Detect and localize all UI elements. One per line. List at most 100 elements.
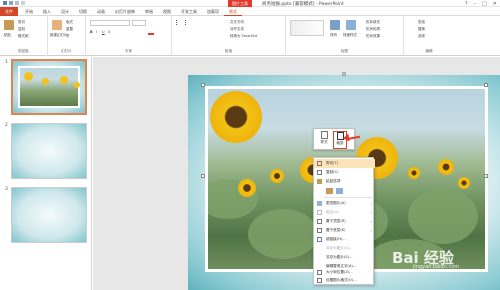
clipboard-group: 粘贴 剪切 复制 格式刷 剪贴板: [0, 16, 48, 56]
align-text-button[interactable]: 对齐文本: [230, 27, 244, 32]
ribbon-tabs: 文件 开始 插入 设计 切换 动画 幻灯片放映 审阅 视图 开发工具 加载项 格…: [0, 6, 500, 16]
cut-button[interactable]: 剪切: [18, 20, 25, 25]
size-position-icon: [317, 270, 322, 275]
scissors-icon: [317, 161, 322, 166]
slide-thumbnail-pane: 1 2 3: [0, 57, 92, 290]
select-button[interactable]: 选择: [418, 34, 425, 39]
redo-icon[interactable]: [15, 1, 19, 5]
menu-item-paste-choices[interactable]: [314, 186, 375, 196]
slides-group: 新建幻灯片 版式 重置 节 幻灯片: [48, 16, 86, 56]
resize-handle[interactable]: [201, 83, 205, 87]
underline-button[interactable]: U: [102, 30, 105, 34]
customize-icon[interactable]: [21, 1, 25, 5]
resize-handle[interactable]: [484, 83, 488, 87]
paste-picture-icon[interactable]: [336, 188, 343, 194]
menu-item-send-to-back[interactable]: 置于底层(K) ›: [314, 226, 375, 235]
numbering-icon[interactable]: [185, 20, 191, 25]
font-color-button[interactable]: [148, 30, 154, 35]
tab-review[interactable]: 审阅: [140, 7, 158, 16]
shape-fill-button[interactable]: 形状填充: [366, 20, 380, 25]
text-direction-button[interactable]: 文字方向: [230, 20, 244, 25]
format-painter-button[interactable]: 格式刷: [18, 34, 29, 39]
slide-thumbnail-2[interactable]: [11, 123, 87, 179]
paste-keep-format-icon[interactable]: [326, 188, 333, 194]
layout-button[interactable]: 版式: [66, 20, 73, 25]
new-slide-button[interactable]: 新建幻灯片: [50, 33, 68, 38]
shapes-gallery[interactable]: [290, 20, 324, 36]
tab-view[interactable]: 视图: [158, 7, 176, 16]
slide-number: 1: [5, 60, 8, 65]
tab-slideshow[interactable]: 幻灯片放映: [110, 7, 140, 16]
reset-button[interactable]: 重置: [66, 27, 73, 32]
replace-button[interactable]: 替换: [418, 27, 425, 32]
sunflower-shape: [238, 179, 256, 197]
submenu-arrow-icon: ›: [370, 201, 372, 206]
tab-insert[interactable]: 插入: [38, 7, 56, 16]
tab-home[interactable]: 开始: [20, 7, 38, 16]
undo-icon[interactable]: [9, 1, 13, 5]
shape-effects-button[interactable]: 形状效果: [366, 34, 380, 39]
slides-group-label: 幻灯片: [61, 49, 72, 53]
resize-handle[interactable]: [484, 174, 488, 178]
new-slide-icon[interactable]: [52, 20, 62, 30]
copy-button[interactable]: 复制: [18, 27, 25, 32]
smartart-button[interactable]: 转换为 SmartArt: [230, 34, 257, 39]
quick-styles-icon[interactable]: [346, 20, 356, 30]
menu-item-change-picture[interactable]: 更改图片(A) ›: [314, 199, 375, 208]
menu-item-copy[interactable]: 复制(C): [314, 168, 375, 177]
bullets-icon[interactable]: [176, 20, 182, 25]
format-picture-icon: [317, 278, 322, 283]
find-button[interactable]: 查找: [418, 20, 425, 25]
menu-item-cut[interactable]: 剪切(T): [314, 159, 375, 168]
tab-addins[interactable]: 加载项: [202, 7, 224, 16]
copy-icon: [317, 170, 322, 175]
sunflower-shape: [210, 91, 262, 143]
tab-transitions[interactable]: 切换: [74, 7, 92, 16]
paste-icon[interactable]: [4, 20, 14, 30]
sunflower-shape: [408, 167, 420, 179]
bold-button[interactable]: B: [90, 30, 93, 34]
menu-item-format-picture[interactable]: 设置图片格式(O)...: [314, 276, 375, 285]
font-size-dropdown[interactable]: [132, 20, 146, 26]
clipboard-icon: [317, 179, 322, 184]
style-button[interactable]: 样式: [317, 131, 331, 149]
rotate-handle[interactable]: [342, 72, 346, 76]
menu-item-bring-to-front[interactable]: 置于顶层(R) ›: [314, 217, 375, 226]
shadow-button[interactable]: S: [108, 30, 110, 34]
sunflower-shape: [438, 159, 454, 175]
drawing-group: 排列 快速样式 形状填充 形状轮廓 形状效果 绘图: [286, 16, 404, 56]
slide-thumbnail-1[interactable]: [11, 59, 87, 115]
paste-button[interactable]: 粘贴: [4, 33, 11, 38]
menu-item-save-as-picture[interactable]: 另存为图片(S)...: [314, 253, 375, 262]
sunflower-shape: [42, 78, 49, 85]
arrange-icon[interactable]: [330, 20, 340, 30]
group-icon: [317, 210, 322, 215]
font-group-label: 字体: [124, 49, 133, 53]
slide-thumbnail-3[interactable]: [11, 187, 87, 243]
tab-developer[interactable]: 开发工具: [176, 7, 202, 16]
menu-item-group: 组合(G) ›: [314, 208, 375, 217]
tab-file[interactable]: 文件: [0, 6, 18, 16]
save-icon[interactable]: [3, 1, 7, 5]
shape-outline-button[interactable]: 形状轮廓: [366, 27, 380, 32]
quick-styles-button[interactable]: 快速样式: [343, 33, 357, 38]
tab-design[interactable]: 设计: [56, 7, 74, 16]
leaf-shape: [248, 209, 318, 259]
send-back-icon: [317, 228, 322, 233]
italic-button[interactable]: I: [96, 30, 97, 34]
section-button[interactable]: 节: [66, 34, 70, 39]
font-group: B I U S 字体: [86, 16, 172, 56]
sunflower-shape: [60, 76, 68, 84]
change-picture-icon: [317, 201, 322, 206]
link-icon: [317, 237, 322, 242]
arrange-button[interactable]: 排列: [330, 33, 337, 38]
menu-item-hyperlink[interactable]: 超链接(H)...: [314, 235, 375, 244]
tab-animations[interactable]: 动画: [92, 7, 110, 16]
menu-separator: [324, 197, 374, 198]
baidu-watermark-url: jingyan.baidu.com: [413, 264, 460, 270]
tab-format[interactable]: 格式: [224, 7, 242, 16]
resize-handle[interactable]: [201, 174, 205, 178]
clipboard-group-label: 剪贴板: [18, 49, 29, 53]
style-label: 样式: [320, 140, 328, 144]
font-family-dropdown[interactable]: [90, 20, 130, 26]
